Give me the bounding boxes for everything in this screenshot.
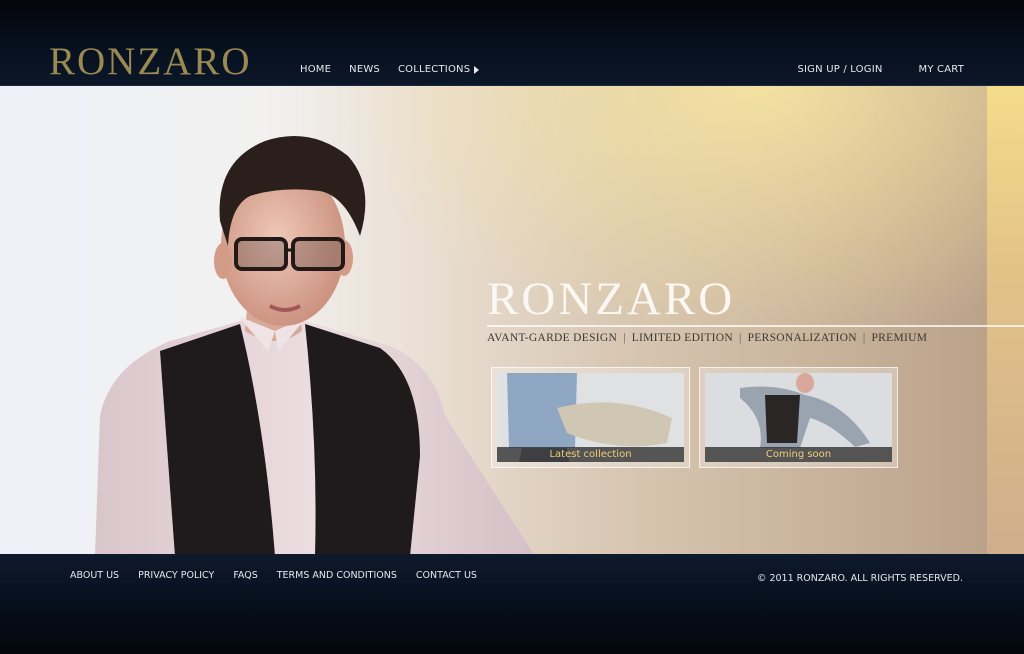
model-photo [95,136,534,554]
nav-news-label: NEWS [349,64,380,75]
tagline-item: LIMITED EDITION [631,332,733,344]
footer-nav: ABOUT US PRIVACY POLICY FAQS TERMS AND C… [70,570,477,581]
site-header: RONZARO HOME NEWS COLLECTIONS SIGN UP / … [0,0,1024,86]
tagline-separator: | [738,332,742,344]
nav-home-label: HOME [300,64,332,75]
footer-contact-link[interactable]: CONTACT US [416,570,477,581]
signup-login-link[interactable]: SIGN UP / LOGIN [797,64,882,75]
nav-news[interactable]: NEWS [349,64,380,75]
nav-collections[interactable]: COLLECTIONS [397,64,480,75]
nav-collections-label: COLLECTIONS [397,64,471,75]
latest-collection-card[interactable]: Latest collection [491,367,690,468]
tagline-item: AVANT-GARDE DESIGN [487,332,618,344]
coming-soon-caption: Coming soon [705,447,892,462]
tagline-item: PERSONALIZATION [747,332,857,344]
side-strip [987,86,1024,554]
hero-banner: RONZARO AVANT-GARDE DESIGN | LIMITED EDITI… [0,86,1024,554]
footer-faqs-link[interactable]: FAQS [233,570,257,581]
my-cart-link[interactable]: MY CART [919,64,964,75]
copyright-text: © 2011 RONZARO. ALL RIGHTS RESERVED. [756,573,963,584]
site-footer: ABOUT US PRIVACY POLICY FAQS TERMS AND C… [0,554,1024,654]
footer-privacy-link[interactable]: PRIVACY POLICY [138,570,214,581]
hero-tagline: AVANT-GARDE DESIGN | LIMITED EDITION | PERSO… [487,332,927,344]
hero-brand: RONZARO [487,273,736,325]
nav-home[interactable]: HOME [300,64,331,75]
footer-about-link[interactable]: ABOUT US [70,570,119,581]
logo[interactable]: RONZARO [49,42,252,81]
latest-collection-caption: Latest collection [497,447,684,462]
tagline-separator: | [623,332,626,344]
latest-collection-image-frame: Latest collection [497,373,684,462]
caret-right-icon [474,65,480,74]
main-nav: HOME NEWS COLLECTIONS [300,64,480,75]
account-nav: SIGN UP / LOGIN MY CART [797,64,964,75]
brand-divider [487,325,1024,327]
tagline-separator: | [862,332,866,344]
coming-soon-image-frame: Coming soon [705,373,892,462]
tagline-item: PREMIUM [871,332,928,344]
coming-soon-card[interactable]: Coming soon [699,367,898,468]
footer-terms-link[interactable]: TERMS AND CONDITIONS [277,570,397,581]
